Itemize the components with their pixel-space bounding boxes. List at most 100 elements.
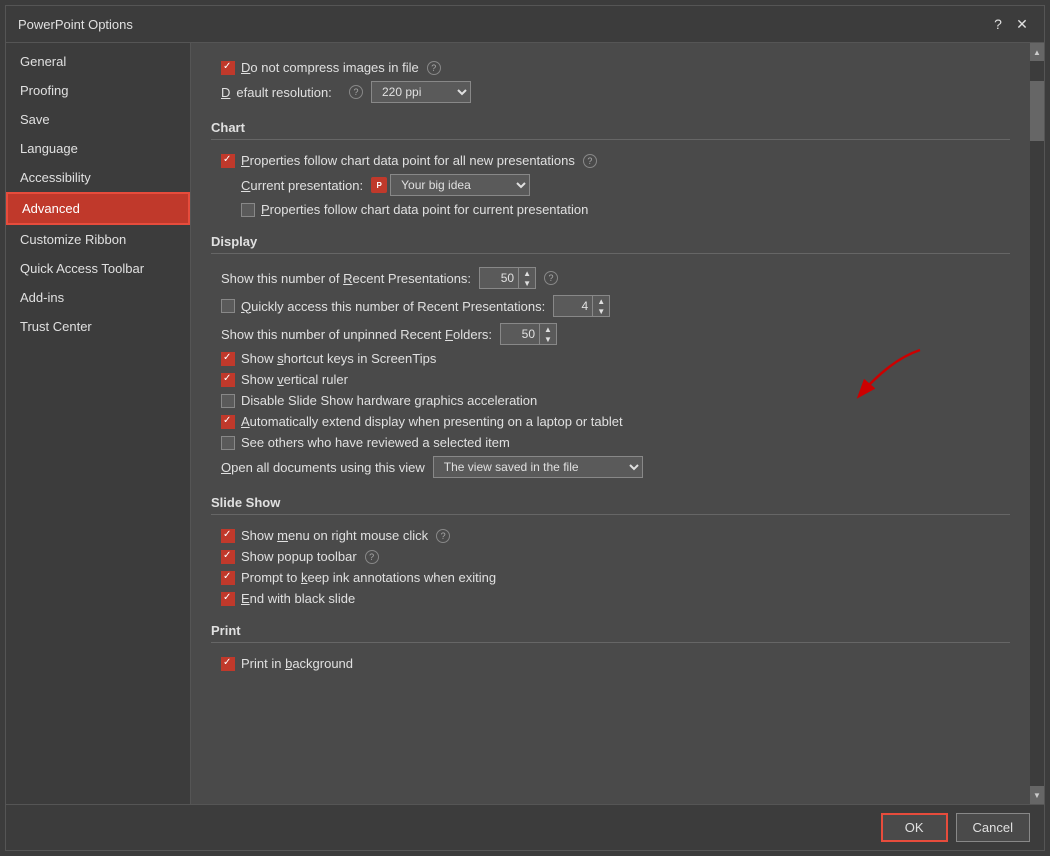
info-icon-show-popup: ? [365,550,379,564]
recent-folders-row: Show this number of unpinned Recent Fold… [221,320,1010,348]
quickly-access-row: Quickly access this number of Recent Pre… [221,292,1010,320]
do-not-compress-checkbox[interactable] [221,61,235,75]
open-all-dropdown[interactable]: The view saved in the file Normal - Thum… [433,456,643,478]
end-black-checkbox[interactable] [221,592,235,606]
help-button[interactable]: ? [988,14,1008,34]
show-popup-checkbox[interactable] [221,550,235,564]
props-current-label[interactable]: Properties follow chart data point for c… [241,202,588,217]
sidebar-item-general[interactable]: General [6,47,190,76]
info-icon-recent: ? [544,271,558,285]
end-black-label[interactable]: End with black slide [221,591,355,606]
titlebar-buttons: ? ✕ [988,14,1032,34]
sidebar-item-language[interactable]: Language [6,134,190,163]
chart-section: Chart Properties follow chart data point… [211,120,1010,224]
do-not-compress-label[interactable]: Do not compress images in file [221,60,419,75]
sidebar-item-save[interactable]: Save [6,105,190,134]
shortcut-keys-row: Show shortcut keys in ScreenTips [221,348,1010,369]
show-menu-checkbox[interactable] [221,529,235,543]
default-resolution-dropdown[interactable]: 220 ppi 96 ppi 150 ppi 330 ppi [371,81,471,103]
ok-button[interactable]: OK [881,813,948,842]
display-section-header: Display [211,234,1010,254]
props-current-row: Properties follow chart data point for c… [221,199,1010,220]
cancel-button[interactable]: Cancel [956,813,1030,842]
end-black-row: End with black slide [221,588,1010,609]
see-others-label[interactable]: See others who have reviewed a selected … [221,435,510,450]
scroll-down-arrow[interactable]: ▼ [1030,786,1044,804]
quickly-access-down[interactable]: ▼ [593,306,609,316]
print-section-header: Print [211,623,1010,643]
extend-display-row: Automatically extend display when presen… [221,411,1010,432]
props-all-checkbox[interactable] [221,154,235,168]
print-section: Print Print in background [211,623,1010,678]
quickly-access-spinner[interactable]: ▲ ▼ [553,295,610,317]
close-button[interactable]: ✕ [1012,14,1032,34]
show-menu-label[interactable]: Show menu on right mouse click [221,528,428,543]
props-current-checkbox[interactable] [241,203,255,217]
extend-display-label[interactable]: Automatically extend display when presen… [221,414,623,429]
sidebar-item-proofing[interactable]: Proofing [6,76,190,105]
dialog-title: PowerPoint Options [18,17,133,32]
quickly-access-checkbox[interactable] [221,299,235,313]
slideshow-section-content: Show menu on right mouse click ? Show po… [211,521,1010,613]
sidebar-item-accessibility[interactable]: Accessibility [6,163,190,192]
scroll-thumb[interactable] [1030,81,1044,141]
sidebar-item-trust-center[interactable]: Trust Center [6,312,190,341]
default-resolution-row: Default resolution: ? 220 ppi 96 ppi 150… [221,78,1010,106]
sidebar-item-quick-access[interactable]: Quick Access Toolbar [6,254,190,283]
extend-display-checkbox[interactable] [221,415,235,429]
props-all-label[interactable]: Properties follow chart data point for a… [221,153,575,168]
quickly-access-input[interactable] [553,295,593,317]
recent-folders-label: Show this number of unpinned Recent Fold… [221,327,492,342]
dialog-footer: OK Cancel [6,804,1044,850]
main-content: Do not compress images in file ? Default… [191,43,1030,804]
vertical-ruler-label[interactable]: Show vertical ruler [221,372,348,387]
info-icon-show-menu: ? [436,529,450,543]
powerpoint-options-dialog: PowerPoint Options ? ✕ General Proofing … [5,5,1045,851]
quickly-access-spinner-btns: ▲ ▼ [593,295,610,317]
recent-folders-down[interactable]: ▼ [540,334,556,344]
sidebar-item-addins[interactable]: Add-ins [6,283,190,312]
do-not-compress-row: Do not compress images in file ? [221,57,1010,78]
recent-folders-up[interactable]: ▲ [540,324,556,334]
disable-slideshow-checkbox[interactable] [221,394,235,408]
show-popup-row: Show popup toolbar ? [221,546,1010,567]
content-scroll[interactable]: Do not compress images in file ? Default… [191,43,1030,804]
current-presentation-dropdown[interactable]: Your big idea [390,174,530,196]
props-all-row: Properties follow chart data point for a… [221,150,1010,171]
print-background-row: Print in background [221,653,1010,674]
recent-presentations-spinner[interactable]: ▲ ▼ [479,267,536,289]
scroll-track[interactable] [1030,61,1044,786]
disable-slideshow-row: Disable Slide Show hardware graphics acc… [221,390,1010,411]
info-icon-resolution: ? [349,85,363,99]
disable-slideshow-label[interactable]: Disable Slide Show hardware graphics acc… [221,393,537,408]
top-options: Do not compress images in file ? Default… [211,53,1010,110]
see-others-checkbox[interactable] [221,436,235,450]
slideshow-section: Slide Show Show menu on right mouse clic… [211,495,1010,613]
quickly-access-up[interactable]: ▲ [593,296,609,306]
recent-presentations-label: Show this number of Recent Presentations… [221,271,471,286]
sidebar-item-customize-ribbon[interactable]: Customize Ribbon [6,225,190,254]
recent-presentations-up[interactable]: ▲ [519,268,535,278]
show-popup-label[interactable]: Show popup toolbar [221,549,357,564]
ppt-icon: P Your big idea [371,174,530,196]
vertical-ruler-checkbox[interactable] [221,373,235,387]
prompt-ink-label[interactable]: Prompt to keep ink annotations when exit… [221,570,496,585]
show-menu-row: Show menu on right mouse click ? [221,525,1010,546]
recent-presentations-input[interactable] [479,267,519,289]
shortcut-keys-label[interactable]: Show shortcut keys in ScreenTips [221,351,436,366]
recent-folders-spinner-btns: ▲ ▼ [540,323,557,345]
shortcut-keys-checkbox[interactable] [221,352,235,366]
recent-folders-input[interactable] [500,323,540,345]
see-others-row: See others who have reviewed a selected … [221,432,1010,453]
prompt-ink-checkbox[interactable] [221,571,235,585]
quickly-access-label[interactable]: Quickly access this number of Recent Pre… [221,299,545,314]
recent-folders-spinner[interactable]: ▲ ▼ [500,323,557,345]
print-background-checkbox[interactable] [221,657,235,671]
recent-presentations-spinner-btns: ▲ ▼ [519,267,536,289]
right-scrollbar: ▲ ▼ [1030,43,1044,804]
sidebar-item-advanced[interactable]: Advanced [6,192,190,225]
print-background-label[interactable]: Print in background [221,656,353,671]
scroll-up-arrow[interactable]: ▲ [1030,43,1044,61]
dialog-titlebar: PowerPoint Options ? ✕ [6,6,1044,43]
recent-presentations-down[interactable]: ▼ [519,278,535,288]
